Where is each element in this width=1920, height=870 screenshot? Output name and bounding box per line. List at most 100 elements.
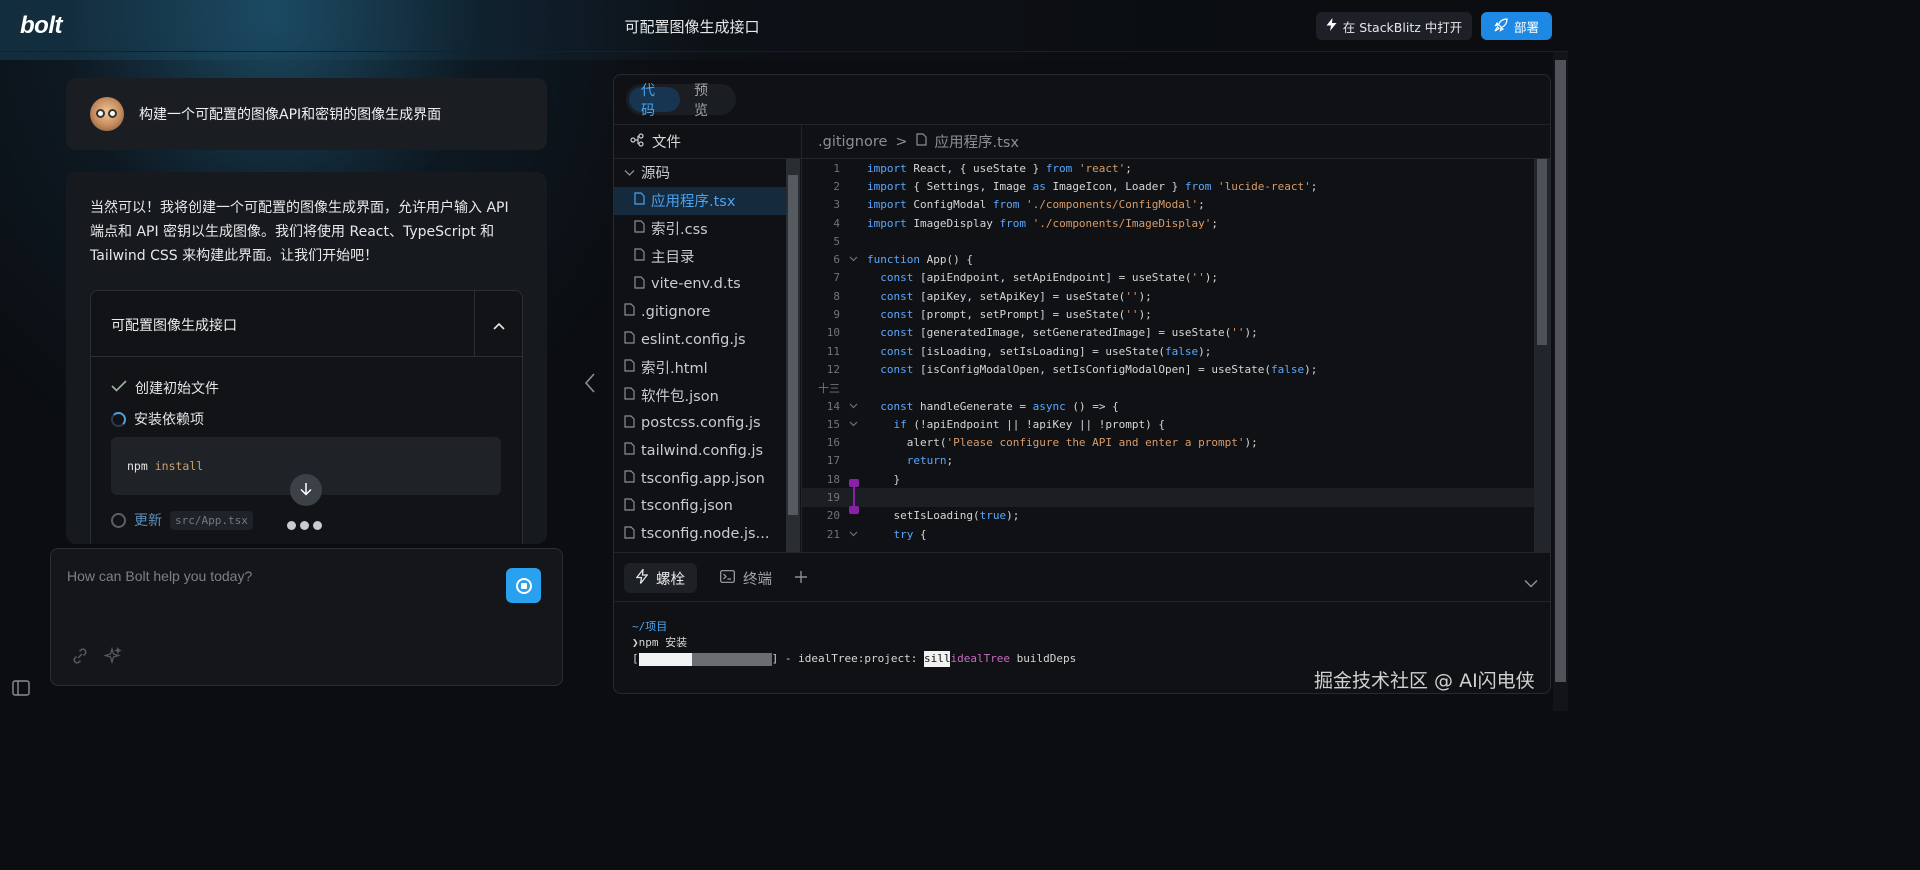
tree-file[interactable]: 应用程序.tsx [614, 186, 786, 215]
tree-item-label: tsconfig.app.json [641, 470, 765, 487]
code-line[interactable]: 十三 [802, 379, 1534, 397]
tree-file[interactable]: postcss.config.js [614, 409, 786, 437]
tab-preview[interactable]: 预览 [682, 83, 733, 119]
sparkle-icon[interactable] [103, 646, 122, 669]
code-line[interactable]: 14 const handleGenerate = async () => { [802, 397, 1534, 415]
code-token: true [979, 509, 1007, 523]
code-line[interactable]: 18 } [802, 470, 1534, 488]
stop-button[interactable] [506, 568, 541, 603]
code-line[interactable]: 9 const [prompt, setPrompt] = useState('… [802, 305, 1534, 323]
tab-terminal[interactable]: 终端 [708, 563, 784, 593]
code-line[interactable]: 20 setIsLoading(true); [802, 507, 1534, 525]
code-line[interactable]: 1 import React, { useState } from 'react'… [802, 159, 1534, 177]
code-line[interactable]: 11 const [isLoading, setIsLoading] = use… [802, 342, 1534, 360]
chevron-down-icon[interactable] [1524, 573, 1538, 592]
attach-icon[interactable] [71, 647, 89, 669]
artifact-header[interactable]: 可配置图像生成接口 [91, 291, 522, 357]
line-number: 18 [826, 472, 840, 486]
command-name: npm [127, 459, 148, 473]
code-token: false [1271, 362, 1305, 376]
code-text: const [prompt, setPrompt] = useState('')… [867, 308, 1152, 321]
tab-label: 螺栓 [656, 571, 685, 588]
code-token: import [867, 216, 914, 230]
user-message: 构建一个可配置的图像API和密钥的图像生成界面 [66, 78, 547, 150]
fold-chevron-icon[interactable] [840, 254, 867, 265]
deploy-button[interactable]: 部署 [1481, 12, 1552, 40]
code-token: ); [1204, 271, 1219, 285]
fold-chevron-icon[interactable] [840, 419, 867, 430]
progress-detail: buildDeps [1010, 652, 1077, 665]
code-line[interactable]: 2 import { Settings, Image as ImageIcon, … [802, 177, 1534, 195]
tree-file[interactable]: eslint.config.js [614, 326, 786, 354]
fold-chevron-icon[interactable] [840, 401, 867, 412]
code-line[interactable]: 3 import ConfigModal from './components/C… [802, 196, 1534, 214]
breadcrumb: .gitignore > 应用程序.tsx [802, 125, 1550, 159]
code-token: import [867, 161, 914, 175]
code-line[interactable]: 8 const [apiKey, setApiKey] = useState('… [802, 287, 1534, 305]
fold-chevron-icon[interactable] [840, 529, 867, 540]
code-line[interactable]: 15 if (!apiEndpoint || !apiKey || !promp… [802, 415, 1534, 433]
tab-bolt-terminal[interactable]: 螺栓 [624, 563, 697, 593]
code-area[interactable]: 1 import React, { useState } from 'react'… [802, 159, 1534, 552]
page-title: 可配置图像生成接口 [624, 18, 760, 36]
code-token: const [880, 289, 920, 303]
code-line[interactable]: 16 alert('Please configure the API and e… [802, 433, 1534, 451]
step-label: 安装依赖项 [134, 412, 204, 428]
code-line[interactable]: 19 [802, 479, 1534, 515]
tree-file[interactable]: 索引.css [614, 215, 786, 243]
code-line[interactable]: 12 const [isConfigModalOpen, setIsConfig… [802, 360, 1534, 378]
page-scrollbar[interactable] [1553, 52, 1568, 711]
line-number: 3 [833, 198, 840, 212]
code-text: setIsLoading(true); [867, 509, 1019, 522]
code-line[interactable]: 21 try { [802, 525, 1534, 543]
breadcrumb-item[interactable]: .gitignore [818, 134, 887, 150]
progress-bar [638, 652, 772, 666]
open-in-stackblitz-button[interactable]: 在 StackBlitz 中打开 [1316, 12, 1472, 40]
sidebar-toggle-icon[interactable] [12, 680, 30, 700]
breadcrumb-separator: > [895, 133, 908, 150]
add-terminal-icon[interactable] [794, 569, 808, 588]
code-line[interactable]: 7 const [apiEndpoint, setApiEndpoint] = … [802, 269, 1534, 287]
code-line[interactable]: 6 function App() { [802, 250, 1534, 268]
tree-file[interactable]: 软件包.json [614, 381, 786, 409]
collapse-panel-icon[interactable] [584, 372, 596, 398]
tree-file[interactable]: tsconfig.json [614, 493, 786, 521]
code-line[interactable]: 17 return; [802, 452, 1534, 470]
tab-code[interactable]: 代码 [629, 83, 680, 119]
step-install-deps: 安装依赖项 [111, 409, 204, 429]
artifact-collapse-button[interactable] [474, 291, 522, 357]
code-text: function App() { [867, 253, 973, 266]
check-icon [111, 380, 127, 396]
code-line[interactable]: 5 [802, 232, 1534, 250]
tree-file[interactable]: tailwind.config.js [614, 437, 786, 465]
tree-file[interactable]: tsconfig.node.js... [614, 520, 786, 548]
code-token: ); [1138, 289, 1152, 303]
tree-file[interactable]: .gitignore [614, 298, 786, 326]
artifact-title: 可配置图像生成接口 [111, 318, 237, 334]
tree-file[interactable]: vite-env.d.ts [614, 270, 786, 298]
breadcrumb-item-active[interactable]: 应用程序.tsx [935, 131, 1019, 152]
arrow-down-icon [300, 481, 312, 500]
scroll-to-bottom-button[interactable] [290, 474, 322, 506]
editor-scrollbar[interactable] [1534, 159, 1550, 552]
prompt-box[interactable]: How can Bolt help you today? [50, 548, 563, 686]
code-token: { Settings, Image [913, 179, 1033, 193]
code-token: [prompt, setPrompt] = useState( [920, 308, 1126, 322]
tree-item-label: 主目录 [651, 249, 695, 266]
tree-file[interactable]: tsconfig.app.json [614, 465, 786, 493]
tree-file[interactable]: 索引.html [614, 354, 786, 382]
file-icon [634, 248, 645, 265]
tree-file[interactable]: 主目录 [614, 242, 786, 270]
code-token: from [992, 198, 1026, 212]
tree-folder[interactable]: 源码 [614, 159, 786, 187]
code-line[interactable]: 4 import ImageDisplay from './components/… [802, 214, 1534, 232]
file-tree: 源码 应用程序.tsx 索引.css 主目录 vite-env.d.ts .gitigno… [614, 159, 786, 552]
code-line[interactable]: 10 const [generatedImage, setGeneratedIm… [802, 324, 1534, 342]
code-token: const [880, 399, 920, 413]
file-tree-scrollbar[interactable] [786, 159, 800, 552]
prompt-input[interactable]: How can Bolt help you today? [67, 568, 252, 584]
progress-stage: idealTree [950, 652, 1011, 665]
file-chip[interactable]: src/App.tsx [170, 510, 253, 530]
